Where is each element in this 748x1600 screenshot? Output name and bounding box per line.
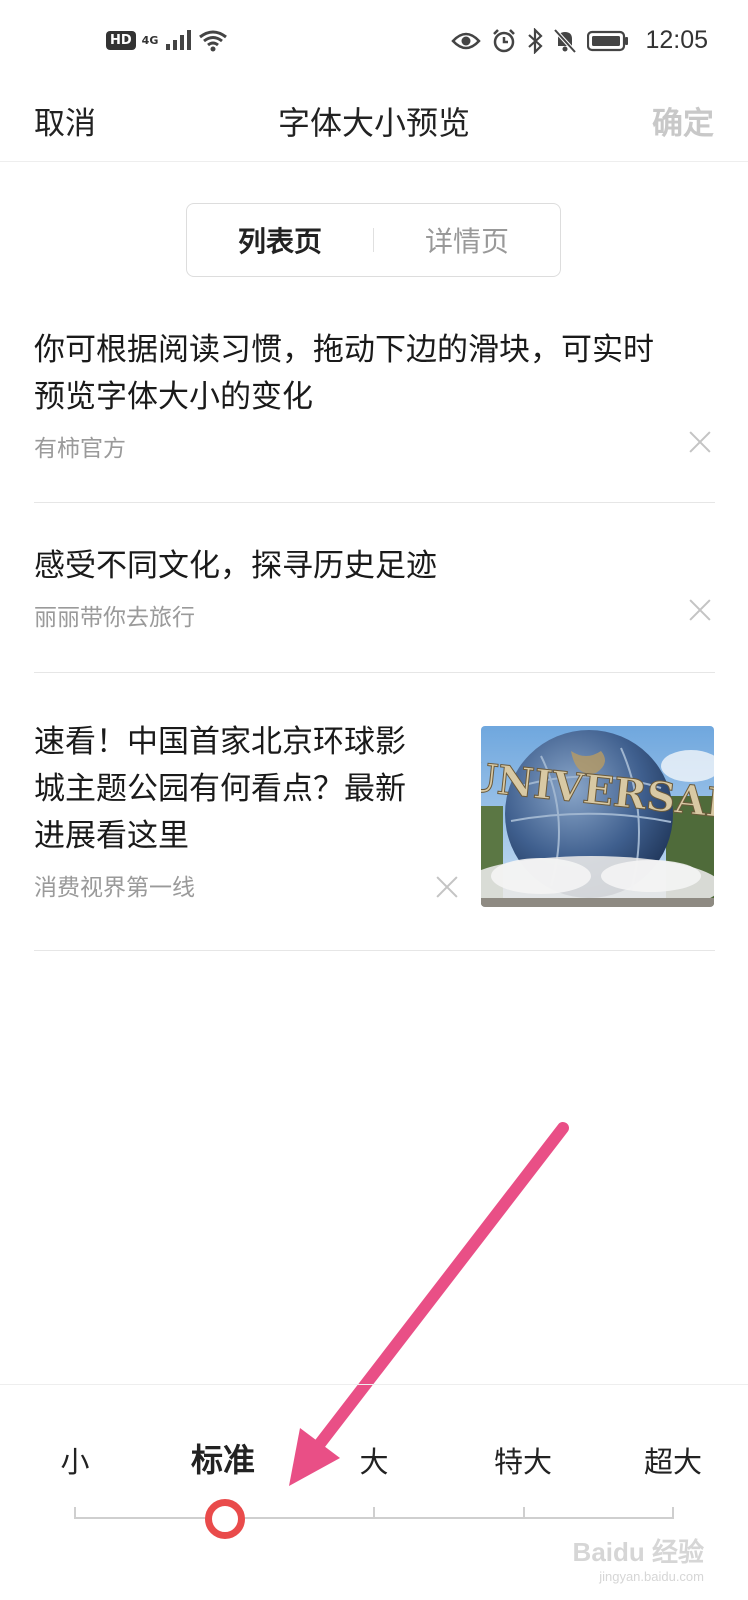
tab-detail-page[interactable]: 详情页	[374, 220, 560, 260]
network-type-label: 4G	[141, 33, 159, 47]
header-bar: 取消 字体大小预览 确定	[0, 86, 748, 162]
news-title-line: 速看！中国首家北京环球影	[34, 724, 406, 760]
news-item[interactable]: 速看！中国首家北京环球影 城主题公园有何看点？最新 进展看这里 消费视界第一线	[34, 719, 715, 951]
bluetooth-icon	[528, 27, 544, 54]
close-icon[interactable]	[689, 599, 711, 621]
slider-tick	[523, 1507, 525, 1519]
news-thumbnail[interactable]: UNIVERSAL	[481, 726, 714, 907]
eye-icon	[451, 32, 482, 49]
wifi-icon	[199, 30, 228, 52]
universal-globe-image: UNIVERSAL	[481, 726, 714, 907]
news-title: 你可根据阅读习惯，拖动下边的滑块，可实时 预览字体大小的变化	[34, 327, 715, 421]
status-right: 12:05	[451, 26, 708, 55]
font-size-slider-thumb[interactable]	[205, 1499, 245, 1539]
news-item[interactable]: 感受不同文化，探寻历史足迹 丽丽带你去旅行	[34, 543, 715, 673]
bell-off-icon	[553, 28, 577, 53]
status-time: 12:05	[645, 26, 708, 54]
tab-list-page[interactable]: 列表页	[187, 220, 373, 260]
news-title: 感受不同文化，探寻历史足迹	[34, 543, 715, 590]
slider-tick	[373, 1507, 375, 1519]
size-option-large[interactable]: 大	[314, 1439, 434, 1481]
size-option-xxlarge[interactable]: 超大	[613, 1439, 733, 1481]
news-source: 丽丽带你去旅行	[34, 605, 195, 631]
news-title-line: 预览字体大小的变化	[34, 379, 313, 415]
signal-icon	[166, 30, 192, 50]
news-title: 速看！中国首家北京环球影 城主题公园有何看点？最新 进展看这里	[34, 719, 454, 860]
news-title-line: 城主题公园有何看点？最新	[34, 771, 406, 807]
status-left: HD 4G	[106, 28, 228, 52]
watermark: Baidu 经验 jingyan.baidu.com	[573, 1532, 704, 1584]
size-option-xlarge[interactable]: 特大	[463, 1439, 583, 1481]
alarm-icon	[493, 28, 516, 52]
news-source: 有柿官方	[34, 436, 126, 462]
news-title-line: 感受不同文化，探寻历史足迹	[34, 548, 437, 584]
slider-tick	[672, 1507, 674, 1519]
news-item[interactable]: 你可根据阅读习惯，拖动下边的滑块，可实时 预览字体大小的变化 有柿官方	[34, 327, 715, 503]
size-option-standard[interactable]: 标准	[163, 1435, 283, 1481]
size-option-small[interactable]: 小	[15, 1439, 135, 1481]
close-icon[interactable]	[436, 876, 458, 898]
news-title-line: 你可根据阅读习惯，拖动下边的滑块，可实时	[34, 332, 654, 368]
watermark-main: Baidu 经验	[572, 1537, 704, 1567]
watermark-sub: jingyan.baidu.com	[599, 1569, 704, 1584]
hd-badge: HD	[106, 30, 136, 50]
page-title: 字体大小预览	[277, 104, 470, 142]
close-icon[interactable]	[689, 431, 711, 453]
news-title-line: 进展看这里	[34, 818, 189, 854]
status-bar: HD 4G 12:05	[0, 0, 748, 86]
preview-segmented-control: 列表页 详情页	[186, 203, 561, 277]
confirm-button[interactable]: 确定	[652, 98, 714, 143]
battery-icon	[587, 30, 629, 51]
slider-tick	[74, 1507, 76, 1519]
